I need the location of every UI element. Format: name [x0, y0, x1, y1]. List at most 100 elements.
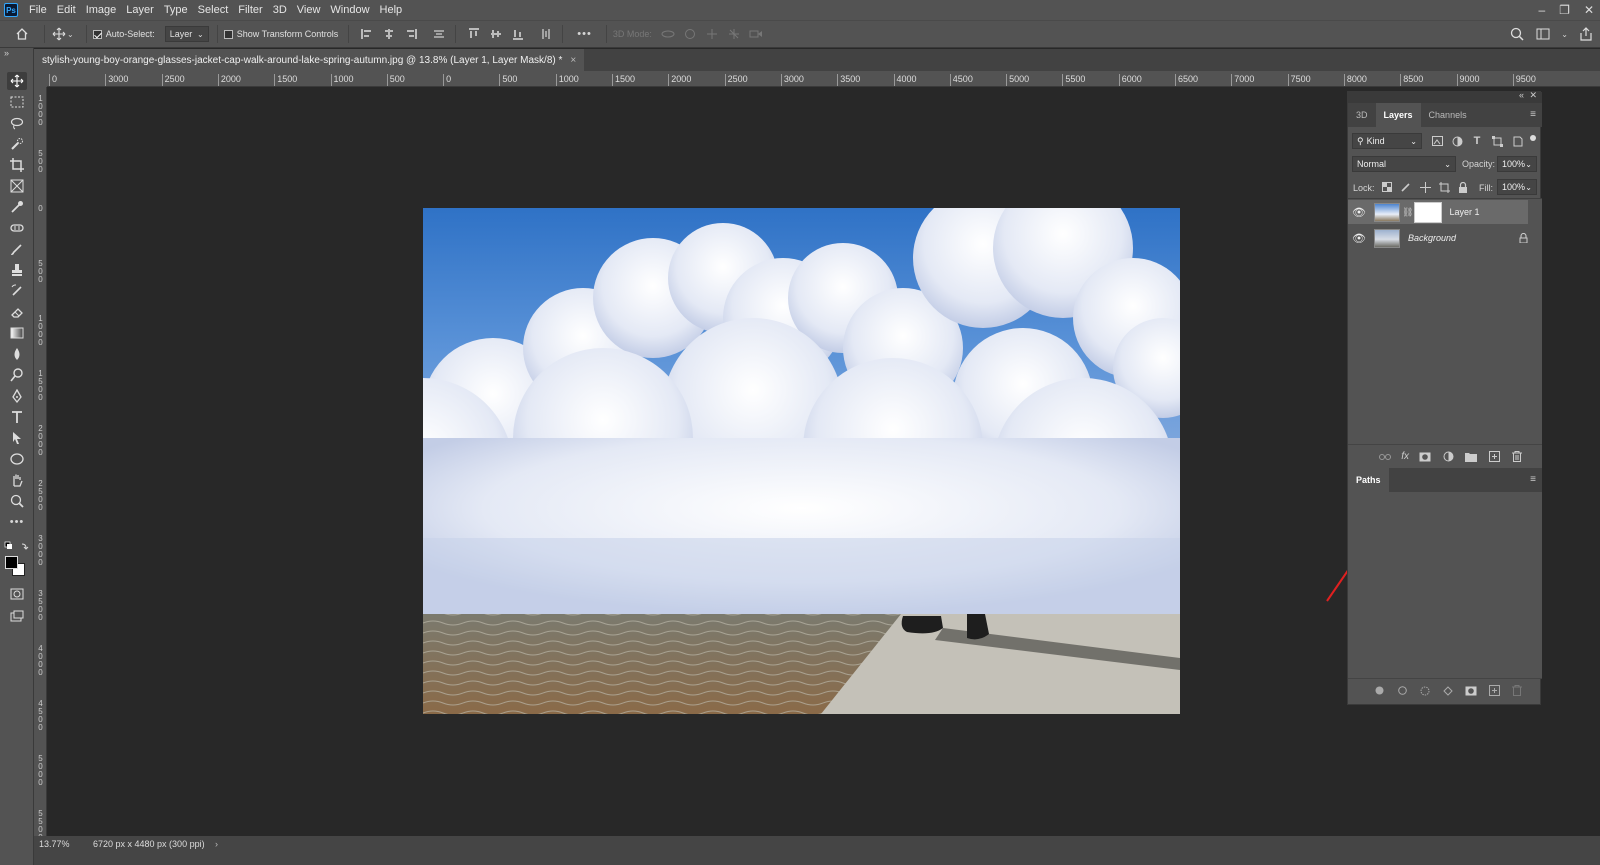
chevron-down-icon[interactable]: ⌄ [67, 30, 74, 39]
restore-button[interactable]: ❐ [1559, 3, 1570, 17]
new-layer-icon[interactable] [1487, 450, 1501, 464]
menu-file[interactable]: File [24, 0, 52, 20]
show-transform-check[interactable] [223, 29, 233, 39]
folder-icon[interactable] [1464, 450, 1478, 464]
blur-tool-icon[interactable] [7, 345, 27, 363]
search-icon[interactable] [1509, 26, 1525, 42]
auto-select-target-dropdown[interactable]: Layer ⌄ [164, 26, 209, 42]
menu-image[interactable]: Image [81, 0, 122, 20]
menu-select[interactable]: Select [193, 0, 234, 20]
vertical-ruler[interactable]: 1 0 0 0 5 0 0 0 5 0 0 1 0 0 0 1 5 0 0 2 0 0 0 2… [34, 87, 47, 842]
crop-tool-icon[interactable] [7, 156, 27, 174]
opacity-input[interactable]: 100% ⌄ [1497, 156, 1537, 172]
layer-thumbnail[interactable] [1374, 228, 1400, 248]
layer-name[interactable]: Layer 1 [1449, 207, 1479, 217]
collapse-toolbar-icon[interactable]: » [4, 48, 9, 58]
ellipse-tool-icon[interactable] [7, 450, 27, 468]
menu-help[interactable]: Help [375, 0, 408, 20]
blend-mode-dropdown[interactable]: Normal ⌄ [1352, 156, 1456, 172]
add-mask-icon[interactable] [1418, 450, 1432, 464]
screen-mode-icon[interactable] [7, 607, 27, 625]
hand-tool-icon[interactable] [7, 471, 27, 489]
align-center-icon[interactable] [381, 26, 397, 42]
gradient-tool-icon[interactable] [7, 324, 27, 342]
type-tool-icon[interactable] [7, 408, 27, 426]
stroke-path-icon[interactable] [1395, 684, 1409, 698]
menu-window[interactable]: Window [325, 0, 374, 20]
smart-object-filter-icon[interactable] [1510, 134, 1524, 148]
home-icon[interactable] [14, 26, 30, 42]
quick-mask-icon[interactable] [7, 585, 27, 603]
layer-row-background[interactable]: 👁 Background [1348, 226, 1528, 250]
align-top-icon[interactable] [466, 26, 482, 42]
roll-3d-icon[interactable] [682, 26, 698, 42]
quick-selection-tool-icon[interactable] [7, 135, 27, 153]
close-button[interactable]: ✕ [1584, 3, 1594, 17]
align-left-icon[interactable] [359, 26, 375, 42]
zoom-tool-icon[interactable] [7, 492, 27, 510]
show-transform-controls-checkbox[interactable]: Show Transform Controls [223, 29, 338, 39]
align-right-icon[interactable] [403, 26, 419, 42]
drag-3d-icon[interactable] [704, 26, 720, 42]
layer-filter-kind-dropdown[interactable]: ⚲ Kind ⌄ [1352, 133, 1422, 149]
spot-healing-tool-icon[interactable] [7, 219, 27, 237]
align-bottom-icon[interactable] [510, 26, 526, 42]
document-image[interactable] [423, 208, 1180, 714]
eye-icon[interactable]: 👁 [1348, 206, 1370, 219]
type-layer-filter-icon[interactable]: T [1470, 134, 1484, 148]
marquee-tool-icon[interactable] [7, 93, 27, 111]
lock-all-icon[interactable] [1456, 180, 1470, 194]
menu-filter[interactable]: Filter [233, 0, 267, 20]
shape-layer-filter-icon[interactable] [1490, 134, 1504, 148]
make-work-path-icon[interactable] [1441, 684, 1455, 698]
lock-icon[interactable] [1519, 233, 1528, 243]
tab-layers[interactable]: Layers [1375, 103, 1421, 127]
link-icon[interactable] [1378, 450, 1392, 464]
paths-panel-menu-icon[interactable]: ≡ [1530, 474, 1536, 485]
trash-icon[interactable] [1510, 450, 1524, 464]
adjustment-icon[interactable] [1441, 450, 1455, 464]
layer-thumbnail[interactable] [1374, 202, 1400, 222]
distribute-icon[interactable] [431, 26, 447, 42]
adjustment-layer-filter-icon[interactable] [1450, 134, 1464, 148]
menu-edit[interactable]: Edit [52, 0, 81, 20]
lasso-tool-icon[interactable] [7, 114, 27, 132]
path-mask-icon[interactable] [1464, 684, 1478, 698]
move-tool-icon[interactable] [7, 72, 27, 90]
load-selection-icon[interactable] [1418, 684, 1432, 698]
zoom-level[interactable]: 13.77% [39, 839, 89, 849]
lock-image-icon[interactable] [1399, 180, 1413, 194]
eraser-tool-icon[interactable] [7, 303, 27, 321]
fill-input[interactable]: 100% ⌄ [1497, 179, 1537, 195]
menu-view[interactable]: View [292, 0, 326, 20]
clone-stamp-tool-icon[interactable] [7, 261, 27, 279]
auto-select-checkbox[interactable]: Auto-Select: [92, 29, 155, 39]
panel-menu-icon[interactable]: ≡ [1530, 109, 1536, 120]
delete-path-icon[interactable] [1510, 684, 1524, 698]
layer-mask-thumbnail[interactable] [1414, 201, 1443, 223]
menu-3d[interactable]: 3D [268, 0, 292, 20]
close-panels-icon[interactable]: ✕ [1529, 90, 1537, 101]
tab-paths[interactable]: Paths [1348, 468, 1389, 492]
frame-tool-icon[interactable] [7, 177, 27, 195]
minimize-button[interactable]: – [1538, 3, 1545, 17]
horizontal-ruler[interactable]: 0 3000 2500 2000 1500 1000 500 0 500 1000 1500 2000… [47, 71, 1600, 87]
video-3d-icon[interactable] [748, 26, 764, 42]
eye-icon[interactable]: 👁 [1348, 232, 1370, 245]
workspace-chevron-icon[interactable]: ⌄ [1561, 30, 1568, 39]
paths-list[interactable] [1348, 492, 1542, 678]
layer-name[interactable]: Background [1408, 233, 1519, 243]
history-brush-tool-icon[interactable] [7, 282, 27, 300]
distribute-vertical-icon[interactable] [538, 26, 554, 42]
workspace-icon[interactable] [1535, 26, 1551, 42]
fill-path-icon[interactable] [1372, 684, 1386, 698]
align-middle-icon[interactable] [488, 26, 504, 42]
ruler-origin[interactable] [34, 71, 47, 87]
lock-artboard-icon[interactable] [1437, 180, 1451, 194]
filter-toggle-icon[interactable] [1530, 135, 1536, 141]
path-selection-tool-icon[interactable] [7, 429, 27, 447]
auto-select-check[interactable] [92, 29, 102, 39]
orbit-3d-icon[interactable] [660, 26, 676, 42]
lock-position-icon[interactable] [1418, 180, 1432, 194]
pixel-layer-filter-icon[interactable] [1430, 134, 1444, 148]
